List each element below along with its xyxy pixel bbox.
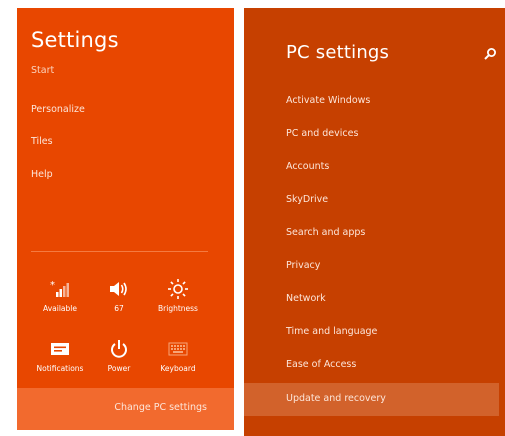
quick-tile-notifications-label: Notifications — [36, 364, 84, 373]
pc-settings-panel: PC settings Activate Windows PC and devi… — [244, 8, 505, 436]
svg-text:*: * — [50, 280, 55, 291]
network-signal-icon: * — [30, 278, 90, 300]
quick-tile-notifications[interactable]: Notifications — [30, 338, 90, 373]
settings-charm: Settings Start Personalize Tiles Help * … — [17, 8, 234, 430]
quick-tile-keyboard[interactable]: Keyboard — [148, 338, 208, 373]
pc-settings-item-ease-of-access[interactable]: Ease of Access — [244, 349, 499, 382]
settings-link-personalize[interactable]: Personalize — [31, 104, 85, 115]
settings-charm-divider — [31, 251, 208, 252]
settings-charm-start-link[interactable]: Start — [31, 65, 54, 76]
quick-tile-volume-label: 67 — [114, 304, 124, 313]
settings-link-help[interactable]: Help — [31, 169, 53, 180]
notifications-icon — [30, 338, 90, 360]
pc-settings-item-label: PC and devices — [286, 128, 359, 139]
pc-settings-item-label: Accounts — [286, 161, 330, 172]
quick-tile-volume[interactable]: 67 — [89, 278, 149, 313]
quick-tile-power[interactable]: Power — [89, 338, 149, 373]
pc-settings-item-time-and-language[interactable]: Time and language — [244, 316, 499, 349]
pc-settings-item-label: Search and apps — [286, 227, 366, 238]
quick-tile-network[interactable]: * Available — [30, 278, 90, 313]
pc-settings-item-activate-windows[interactable]: Activate Windows — [244, 85, 499, 118]
pc-settings-item-label: SkyDrive — [286, 194, 329, 205]
power-icon — [89, 338, 149, 360]
pc-settings-item-pc-and-devices[interactable]: PC and devices — [244, 118, 499, 151]
quick-tile-brightness[interactable]: Brightness — [148, 278, 208, 313]
pc-settings-item-label: Time and language — [286, 326, 378, 337]
pc-settings-item-label: Ease of Access — [286, 359, 357, 370]
brightness-icon — [148, 278, 208, 300]
keyboard-icon — [148, 338, 208, 360]
pc-settings-item-label: Privacy — [286, 260, 321, 271]
search-icon[interactable] — [483, 46, 497, 60]
pc-settings-item-privacy[interactable]: Privacy — [244, 250, 499, 283]
pc-settings-title: PC settings — [286, 42, 390, 63]
screen: Settings Start Personalize Tiles Help * … — [0, 0, 505, 436]
pc-settings-item-update-and-recovery[interactable]: Update and recovery — [244, 383, 499, 416]
quick-tile-power-label: Power — [107, 364, 131, 373]
pc-settings-item-label: Activate Windows — [286, 95, 371, 106]
quick-tile-keyboard-label: Keyboard — [160, 364, 196, 373]
settings-charm-title: Settings — [31, 28, 119, 52]
pc-settings-item-label: Update and recovery — [286, 393, 386, 404]
change-pc-settings-label: Change PC settings — [114, 402, 207, 413]
quick-tile-network-label: Available — [43, 304, 77, 313]
pc-settings-item-skydrive[interactable]: SkyDrive — [244, 184, 499, 217]
quick-tile-brightness-label: Brightness — [158, 304, 198, 313]
change-pc-settings-button[interactable]: Change PC settings — [17, 388, 234, 430]
pc-settings-item-search-and-apps[interactable]: Search and apps — [244, 217, 499, 250]
volume-icon — [89, 278, 149, 300]
pc-settings-item-network[interactable]: Network — [244, 283, 499, 316]
settings-link-tiles[interactable]: Tiles — [31, 136, 53, 147]
pc-settings-item-label: Network — [286, 293, 326, 304]
pc-settings-item-accounts[interactable]: Accounts — [244, 151, 499, 184]
